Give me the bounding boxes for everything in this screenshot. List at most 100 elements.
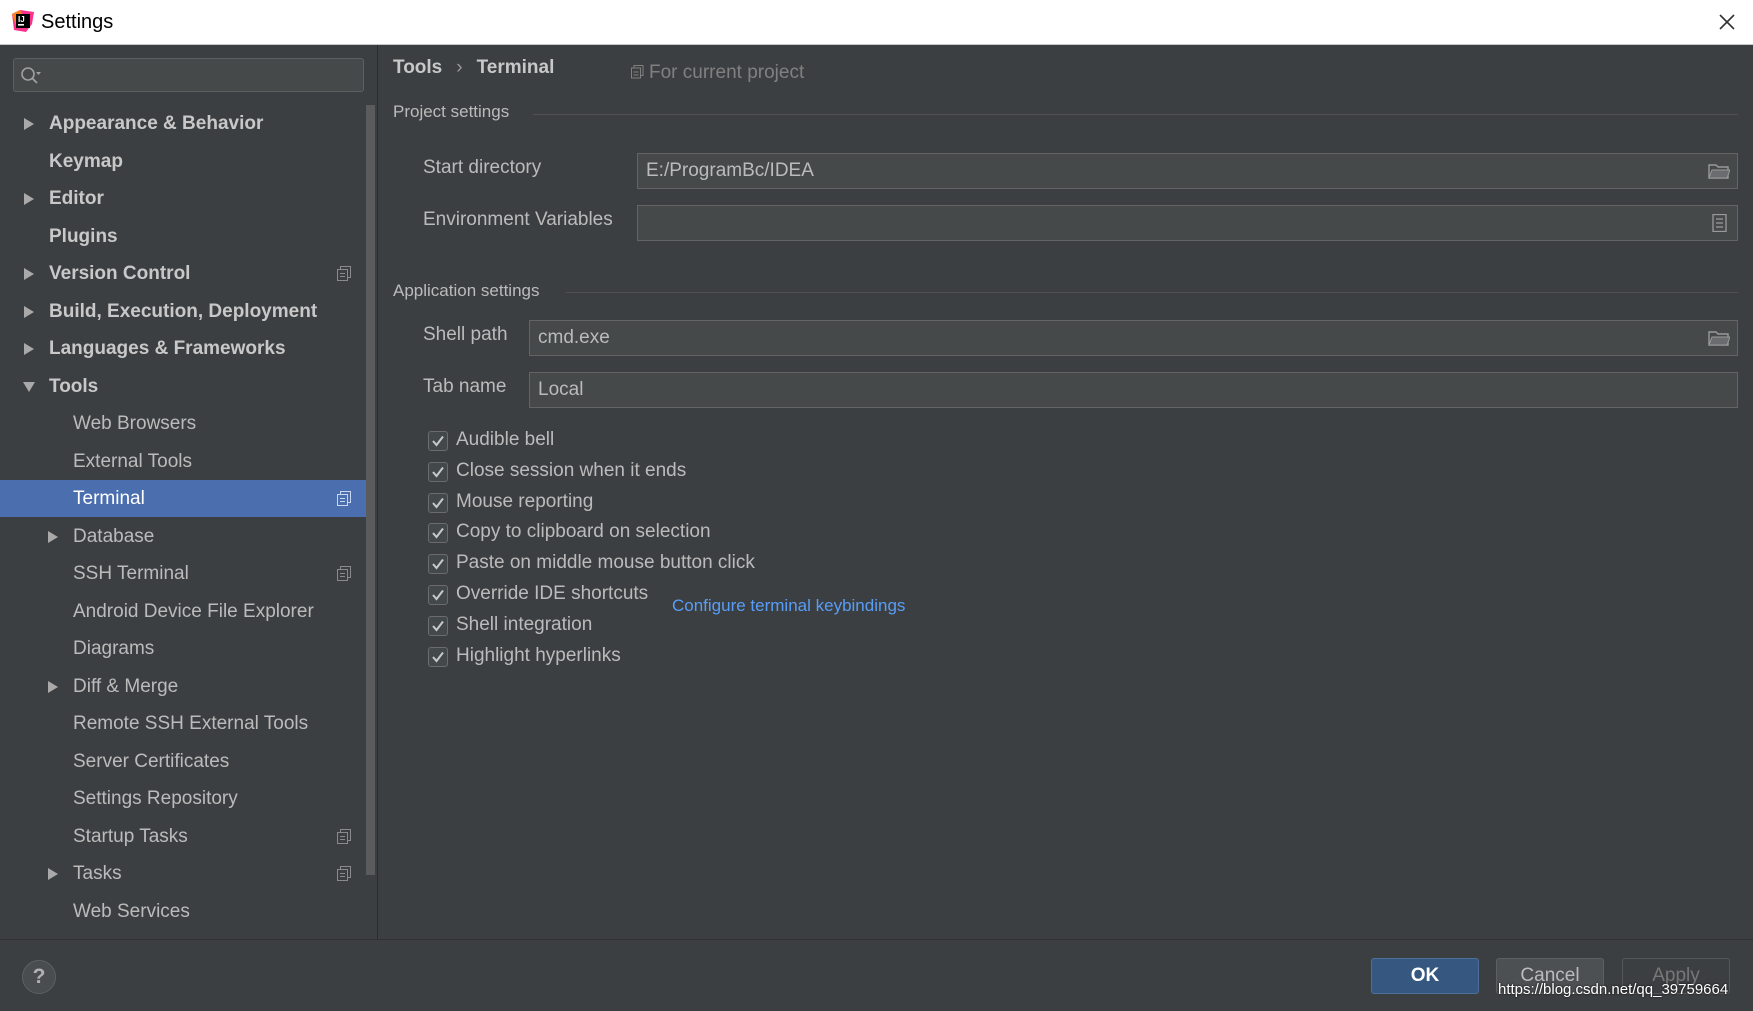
sidebar-item-diagrams[interactable]: Diagrams bbox=[0, 630, 375, 667]
sidebar-item-remote-ssh-external-tools[interactable]: Remote SSH External Tools bbox=[0, 705, 375, 742]
sidebar-item-label: Web Browsers bbox=[73, 413, 197, 434]
sidebar-item-version-control[interactable]: Version Control bbox=[0, 255, 375, 292]
sidebar-item-ssh-terminal[interactable]: SSH Terminal bbox=[0, 555, 375, 592]
checkbox-label[interactable]: Shell integration bbox=[456, 614, 592, 636]
checkbox[interactable] bbox=[428, 462, 448, 482]
checkbox[interactable] bbox=[428, 647, 448, 667]
sidebar-item-tasks[interactable]: Tasks bbox=[0, 855, 375, 892]
checkbox[interactable] bbox=[428, 493, 448, 513]
title-bar: IJ Settings bbox=[0, 0, 1753, 45]
search-input[interactable] bbox=[50, 63, 354, 89]
sidebar-item-startup-tasks[interactable]: Startup Tasks bbox=[0, 818, 375, 855]
start-directory-field[interactable]: E:/ProgramBc/IDEA bbox=[637, 153, 1738, 189]
ok-button[interactable]: OK bbox=[1371, 958, 1479, 994]
checkbox-label[interactable]: Mouse reporting bbox=[456, 491, 593, 513]
shell-path-label: Shell path bbox=[423, 324, 508, 345]
sidebar-item-tools[interactable]: Tools bbox=[0, 368, 375, 405]
sidebar-item-label: Settings Repository bbox=[73, 788, 238, 809]
sidebar-item-label: Tools bbox=[49, 376, 99, 397]
sidebar-item-settings-repository[interactable]: Settings Repository bbox=[0, 780, 375, 817]
breadcrumb-terminal: Terminal bbox=[476, 57, 555, 78]
start-directory-label: Start directory bbox=[423, 157, 542, 178]
checkbox-label[interactable]: Override IDE shortcuts bbox=[456, 583, 648, 605]
checkbox[interactable] bbox=[428, 616, 448, 636]
collapsed-arrow-icon[interactable] bbox=[45, 668, 61, 705]
tab-name-field[interactable]: Local bbox=[529, 372, 1738, 408]
collapsed-arrow-icon[interactable] bbox=[21, 105, 37, 142]
checkbox-label[interactable]: Close session when it ends bbox=[456, 460, 686, 482]
close-icon[interactable] bbox=[1715, 10, 1739, 34]
sidebar-item-external-tools[interactable]: External Tools bbox=[0, 443, 375, 480]
checkmark-icon bbox=[432, 558, 444, 570]
intellij-icon: IJ bbox=[12, 10, 34, 32]
window-title: Settings bbox=[41, 11, 114, 33]
checkbox[interactable] bbox=[428, 585, 448, 605]
svg-text:IJ: IJ bbox=[18, 15, 25, 24]
sidebar-scrollbar-thumb[interactable] bbox=[366, 105, 375, 875]
sidebar-item-terminal[interactable]: Terminal bbox=[0, 480, 375, 517]
checkmark-icon bbox=[432, 466, 444, 478]
checkbox[interactable] bbox=[428, 523, 448, 543]
sidebar-item-plugins[interactable]: Plugins bbox=[0, 218, 375, 255]
collapsed-arrow-icon[interactable] bbox=[21, 330, 37, 367]
environment-variables-field[interactable] bbox=[637, 205, 1738, 241]
sidebar-item-label: Version Control bbox=[49, 263, 191, 284]
sidebar-item-label: Web Services bbox=[73, 901, 190, 922]
sidebar-item-appearance-behavior[interactable]: Appearance & Behavior bbox=[0, 105, 375, 142]
help-button[interactable]: ? bbox=[22, 960, 56, 994]
sidebar-item-web-services[interactable]: Web Services bbox=[0, 893, 375, 930]
checkbox-label[interactable]: Highlight hyperlinks bbox=[456, 645, 621, 667]
sidebar-item-server-certificates[interactable]: Server Certificates bbox=[0, 743, 375, 780]
sidebar-item-label: External Tools bbox=[73, 451, 192, 472]
sidebar-item-label: Startup Tasks bbox=[73, 826, 188, 847]
checkbox-label[interactable]: Copy to clipboard on selection bbox=[456, 521, 711, 543]
project-scope-icon bbox=[337, 491, 351, 506]
collapsed-arrow-icon[interactable] bbox=[21, 180, 37, 217]
sidebar-item-database[interactable]: Database bbox=[0, 518, 375, 555]
shell-path-field[interactable]: cmd.exe bbox=[529, 320, 1738, 356]
browse-list-icon[interactable] bbox=[1708, 214, 1730, 232]
environment-variables-label: Environment Variables bbox=[423, 209, 613, 230]
project-scope-icon bbox=[337, 829, 351, 844]
folder-icon[interactable] bbox=[1708, 329, 1730, 347]
expanded-arrow-icon[interactable] bbox=[21, 368, 37, 405]
collapsed-arrow-icon[interactable] bbox=[45, 855, 61, 892]
sidebar-item-android-device-file-explorer[interactable]: Android Device File Explorer bbox=[0, 593, 375, 630]
shell-path-value[interactable]: cmd.exe bbox=[538, 321, 610, 355]
configure-keybindings-link[interactable]: Configure terminal keybindings bbox=[672, 596, 905, 616]
sidebar-item-languages-frameworks[interactable]: Languages & Frameworks bbox=[0, 330, 375, 367]
tab-name-value[interactable]: Local bbox=[538, 373, 583, 407]
breadcrumb: Tools › Terminal bbox=[393, 57, 554, 79]
sidebar-item-label: Build, Execution, Deployment bbox=[49, 301, 318, 322]
sidebar-scrollbar[interactable] bbox=[364, 105, 377, 925]
for-current-project-text: For current project bbox=[649, 62, 805, 83]
search-icon[interactable] bbox=[20, 66, 42, 86]
application-settings-title: Application settings bbox=[393, 281, 540, 300]
project-scope-icon bbox=[337, 566, 351, 581]
collapsed-arrow-icon[interactable] bbox=[21, 293, 37, 330]
sidebar-item-editor[interactable]: Editor bbox=[0, 180, 375, 217]
sidebar-item-keymap[interactable]: Keymap bbox=[0, 143, 375, 180]
collapsed-arrow-icon[interactable] bbox=[21, 255, 37, 292]
checkmark-icon bbox=[432, 527, 444, 539]
sidebar-item-label: Diff & Merge bbox=[73, 676, 179, 697]
sidebar-item-web-browsers[interactable]: Web Browsers bbox=[0, 405, 375, 442]
checkmark-icon bbox=[432, 589, 444, 601]
folder-icon[interactable] bbox=[1708, 162, 1730, 180]
sidebar-item-diff-merge[interactable]: Diff & Merge bbox=[0, 668, 375, 705]
breadcrumb-tools[interactable]: Tools bbox=[393, 57, 442, 78]
start-directory-value[interactable]: E:/ProgramBc/IDEA bbox=[646, 154, 814, 188]
checkbox[interactable] bbox=[428, 431, 448, 451]
collapsed-arrow-icon[interactable] bbox=[45, 518, 61, 555]
checkmark-icon bbox=[432, 435, 444, 447]
settings-content: Tools › Terminal For current project Proje… bbox=[378, 45, 1753, 939]
checkbox[interactable] bbox=[428, 554, 448, 574]
sidebar-item-label: Server Certificates bbox=[73, 751, 230, 772]
checkmark-icon bbox=[432, 620, 444, 632]
breadcrumb-separator: › bbox=[456, 57, 463, 78]
search-box[interactable] bbox=[13, 58, 364, 92]
checkmark-icon bbox=[432, 651, 444, 663]
checkbox-label[interactable]: Paste on middle mouse button click bbox=[456, 552, 755, 574]
sidebar-item-build-execution-deployment[interactable]: Build, Execution, Deployment bbox=[0, 293, 375, 330]
checkbox-label[interactable]: Audible bell bbox=[456, 429, 554, 451]
